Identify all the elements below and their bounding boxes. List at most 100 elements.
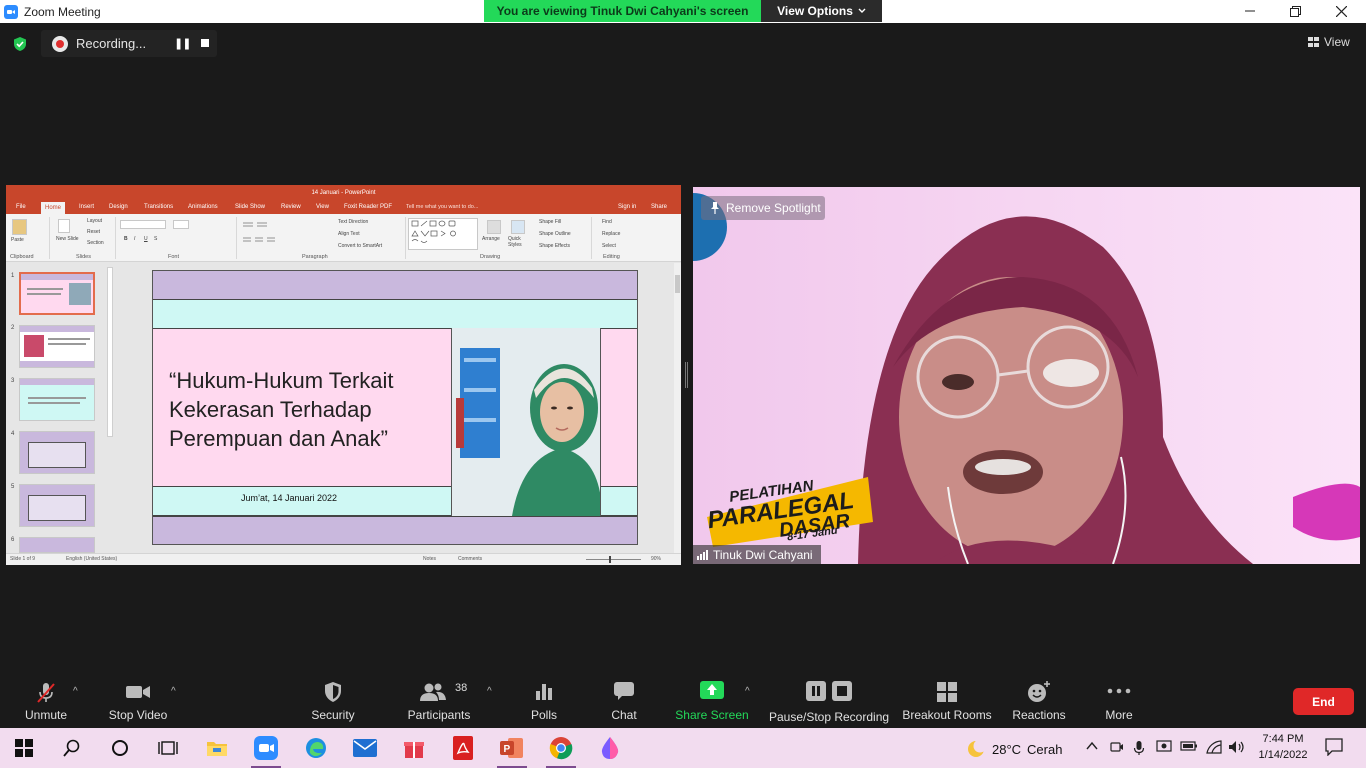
ppt-tab-review[interactable]: Review	[281, 204, 301, 210]
section-label[interactable]: Section	[87, 240, 104, 246]
comments-button[interactable]: Comments	[458, 556, 482, 562]
share-options-caret-icon[interactable]: ^	[745, 686, 750, 697]
powerpoint-icon[interactable]: P	[500, 736, 524, 760]
weather-widget[interactable]: 28°C Cerah	[966, 739, 1062, 759]
task-view-icon[interactable]	[156, 736, 180, 760]
acrobat-icon[interactable]	[451, 736, 475, 760]
current-slide[interactable]: “Hukum-Hukum Terkait Kekerasan Terhadap …	[152, 270, 638, 545]
align-text-label[interactable]: Align Text	[338, 231, 360, 237]
unmute-button[interactable]: Unmute	[14, 672, 78, 728]
slide-scrollbar[interactable]	[674, 263, 681, 553]
ppt-share[interactable]: Share	[651, 204, 667, 210]
ppt-sign-in[interactable]: Sign in	[618, 204, 636, 210]
gift-app-icon[interactable]	[402, 736, 426, 760]
close-button[interactable]	[1318, 0, 1364, 22]
screen-share-tray-icon[interactable]	[1156, 740, 1172, 757]
more-button[interactable]: More	[1094, 672, 1144, 728]
slide-thumbnail-4[interactable]	[19, 431, 95, 474]
end-meeting-button[interactable]: End	[1293, 688, 1354, 715]
convert-smartart-label[interactable]: Convert to SmartArt	[338, 243, 382, 249]
shape-fill-label[interactable]: Shape Fill	[539, 219, 561, 225]
minimize-button[interactable]	[1227, 0, 1273, 22]
ppt-tab-animations[interactable]: Animations	[188, 204, 218, 210]
italic-icon[interactable]: I	[134, 236, 135, 242]
wifi-icon[interactable]	[1206, 740, 1222, 757]
font-size-box[interactable]	[173, 220, 189, 229]
ppt-tab-slide-show[interactable]: Slide Show	[235, 204, 265, 210]
view-options-button[interactable]: View Options	[761, 0, 882, 22]
view-button[interactable]: View	[1308, 35, 1350, 49]
language-indicator[interactable]: English (United States)	[66, 556, 117, 562]
select-label[interactable]: Select	[602, 243, 616, 249]
ppt-tab-view[interactable]: View	[316, 204, 329, 210]
replace-label[interactable]: Replace	[602, 231, 620, 237]
pause-stop-recording-button[interactable]: Pause/Stop Recording	[767, 672, 891, 728]
breakout-rooms-button[interactable]: Breakout Rooms	[900, 672, 994, 728]
show-hidden-icons-icon[interactable]	[1086, 740, 1098, 754]
remove-spotlight-button[interactable]: Remove Spotlight	[701, 196, 825, 220]
slide-thumbnail-6[interactable]	[19, 537, 95, 553]
shapes-gallery[interactable]	[408, 218, 478, 250]
thumbnails-scrollbar[interactable]	[107, 267, 113, 437]
edge-icon[interactable]	[304, 736, 328, 760]
ppt-tab-insert[interactable]: Insert	[79, 204, 94, 210]
stop-video-button[interactable]: Stop Video	[103, 672, 173, 728]
zoom-taskbar-icon[interactable]	[254, 736, 278, 760]
polls-button[interactable]: Polls	[519, 672, 569, 728]
slide-photo[interactable]	[451, 328, 601, 516]
slide-thumbnail-1[interactable]	[19, 272, 95, 315]
slide-thumbnail-2[interactable]	[19, 325, 95, 368]
ppt-tab-home[interactable]: Home	[41, 202, 66, 214]
underline-icon[interactable]: U	[144, 236, 148, 242]
volume-icon[interactable]	[1228, 740, 1246, 757]
ppt-tab-transitions[interactable]: Transitions	[144, 204, 173, 210]
slide-thumbnail-3[interactable]	[19, 378, 95, 421]
pause-recording-icon[interactable]: ❚❚	[174, 37, 191, 50]
paste-icon[interactable]	[12, 219, 27, 235]
battery-icon[interactable]	[1180, 740, 1198, 755]
split-view-handle[interactable]	[685, 362, 688, 388]
cortana-icon[interactable]	[108, 736, 132, 760]
paragraph-icons[interactable]	[243, 221, 303, 251]
zoom-slider[interactable]	[586, 559, 641, 560]
chrome-icon[interactable]	[549, 736, 573, 760]
ppt-tell-me[interactable]: Tell me what you want to do...	[406, 204, 478, 210]
participants-button[interactable]: 38 Participants	[400, 672, 478, 728]
file-explorer-icon[interactable]	[205, 736, 229, 760]
ppt-tab-file[interactable]: File	[16, 204, 26, 210]
security-button[interactable]: Security	[303, 672, 363, 728]
mail-icon[interactable]	[353, 736, 377, 760]
quick-styles-icon[interactable]	[511, 220, 525, 234]
restore-button[interactable]	[1272, 0, 1318, 22]
slide-thumbnail-5[interactable]	[19, 484, 95, 527]
new-slide-icon[interactable]	[58, 219, 70, 233]
video-options-caret-icon[interactable]: ^	[171, 686, 176, 697]
shape-outline-label[interactable]: Shape Outline	[539, 231, 571, 237]
find-label[interactable]: Find	[602, 219, 612, 225]
font-name-box[interactable]	[120, 220, 166, 229]
search-icon[interactable]	[60, 736, 84, 760]
system-clock[interactable]: 7:44 PM 1/14/2022	[1253, 731, 1313, 763]
bold-icon[interactable]: B	[124, 236, 128, 242]
zoom-slider-thumb[interactable]	[609, 556, 611, 563]
chat-button[interactable]: Chat	[599, 672, 649, 728]
paint-app-icon[interactable]	[598, 736, 622, 760]
arrange-icon[interactable]	[487, 220, 501, 234]
notifications-icon[interactable]	[1325, 738, 1343, 759]
share-screen-button[interactable]: Share Screen	[675, 672, 749, 728]
shadow-icon[interactable]: S	[154, 236, 157, 242]
reactions-button[interactable]: Reactions	[1010, 672, 1068, 728]
stop-recording-icon[interactable]	[201, 39, 209, 47]
microphone-icon[interactable]	[1133, 740, 1145, 759]
notes-button[interactable]: Notes	[423, 556, 436, 562]
layout-label[interactable]: Layout	[87, 218, 102, 224]
slide-title[interactable]: “Hukum-Hukum Terkait Kekerasan Terhadap …	[169, 366, 449, 453]
participants-options-caret-icon[interactable]: ^	[487, 686, 492, 697]
shape-effects-label[interactable]: Shape Effects	[539, 243, 570, 249]
meet-now-icon[interactable]	[1110, 740, 1124, 757]
text-direction-label[interactable]: Text Direction	[338, 219, 368, 225]
security-shield-icon[interactable]	[12, 36, 28, 52]
ppt-tab-design[interactable]: Design	[109, 204, 128, 210]
reset-label[interactable]: Reset	[87, 229, 100, 235]
slide-date[interactable]: Jum’at, 14 Januari 2022	[241, 493, 337, 503]
